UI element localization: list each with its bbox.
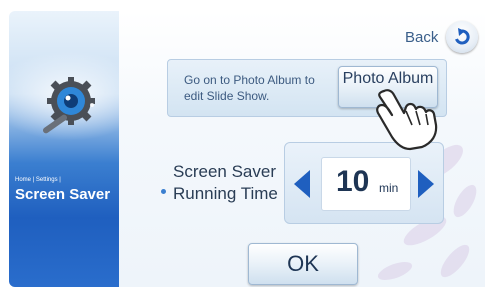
screen-saver-settings-screen: Home | Settings | Screen Saver Back Go o…: [0, 0, 485, 293]
back-label[interactable]: Back: [405, 29, 438, 46]
pointing-hand-icon: [376, 89, 438, 151]
running-time-stepper: 10 min: [284, 142, 444, 224]
arrow-right-icon[interactable]: [417, 169, 435, 199]
ok-button[interactable]: OK: [248, 243, 358, 285]
bullet-dot: [161, 189, 166, 194]
info-text: Go on to Photo Album to edit Slide Show.: [184, 73, 315, 103]
sidebar: Home | Settings | Screen Saver: [9, 11, 119, 287]
settings-gear-icon: [42, 77, 95, 134]
back-arrow-icon: [455, 28, 470, 45]
main-panel: Back Go on to Photo Album to edit Slide …: [119, 11, 485, 287]
back-button[interactable]: [446, 21, 478, 53]
running-time-unit: min: [379, 181, 399, 195]
arrow-left-icon[interactable]: [293, 169, 311, 199]
running-time-label: Screen Saver Running Time: [173, 162, 278, 203]
page-title: Screen Saver: [15, 186, 111, 203]
running-time-value: 10: [336, 165, 370, 198]
running-time-value-box: 10 min: [321, 157, 411, 211]
breadcrumb: Home | Settings |: [15, 177, 61, 183]
